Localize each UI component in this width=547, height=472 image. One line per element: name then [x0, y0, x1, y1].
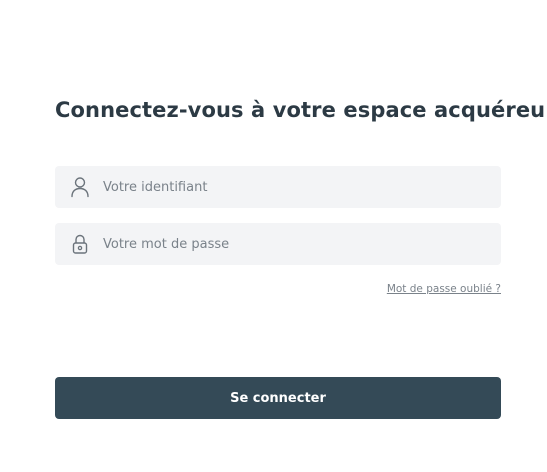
login-button[interactable]: Se connecter: [55, 377, 501, 419]
login-page: Connectez-vous à votre espace acquéreur …: [0, 0, 547, 472]
password-field[interactable]: [55, 223, 501, 265]
password-input[interactable]: [103, 223, 493, 265]
forgot-password-link[interactable]: Mot de passe oublié ?: [387, 283, 501, 295]
login-input[interactable]: [103, 166, 493, 208]
user-icon: [70, 176, 90, 198]
login-field[interactable]: [55, 166, 501, 208]
lock-icon: [70, 233, 90, 255]
page-title: Connectez-vous à votre espace acquéreur: [55, 98, 547, 122]
